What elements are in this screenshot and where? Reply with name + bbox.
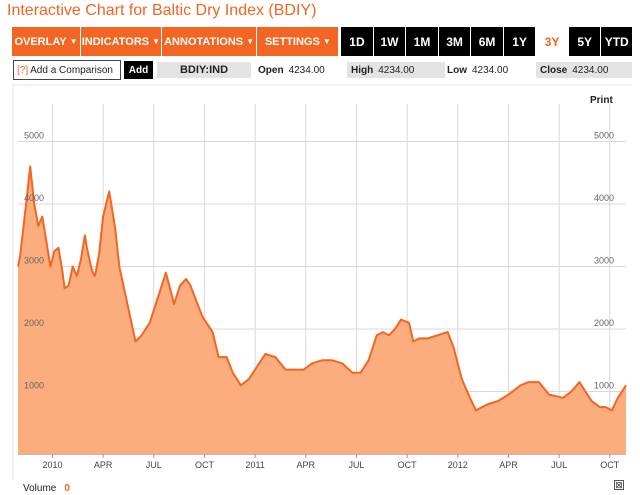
open-quote: Open 4234.00 [254,62,344,78]
range-1w-button[interactable]: 1W [373,27,406,56]
page-title: Interactive Chart for Baltic Dry Index (… [7,2,317,19]
settings-menu-label: SETTINGS [264,35,320,48]
x-tick-label: JUL [551,460,567,470]
x-tick-label: 2012 [448,460,468,470]
volume-label: Volume [23,483,57,494]
y-tick-label-left: 5000 [24,131,44,141]
close-label: Close [540,64,568,76]
y-tick-label-left: 4000 [24,193,44,203]
caret-down-icon: ▼ [322,37,331,46]
volume-readout: Volume 0 [23,483,70,494]
chart-toolbar: OVERLAY ▼ INDICATORS ▼ ANNOTATIONS ▼ SET… [12,27,632,56]
low-value: 4234.00 [472,64,509,76]
close-value: 4234.00 [572,64,609,76]
print-link[interactable]: Print [590,95,613,106]
low-label: Low [447,64,467,76]
open-label: Open [258,64,284,76]
settings-menu[interactable]: SETTINGS ▼ [256,27,339,56]
high-quote: High 4234.00 [347,62,445,78]
caret-down-icon: ▼ [69,37,78,46]
x-tick-label: JUL [146,460,162,470]
range-1m-button[interactable]: 1M [406,27,438,56]
add-comparison-button[interactable]: Add [124,61,153,79]
bdi-area-chart[interactable]: 1000 1000 2000 2000 3000 3000 4000 4000 5000 5000… [12,84,632,480]
caret-down-icon: ▼ [152,37,161,46]
x-tick-label: OCT [195,460,215,470]
range-1d-button[interactable]: 1D [341,27,373,56]
close-quote: Close 4234.00 [536,62,632,78]
ticker-symbol: BDIY:IND [157,62,251,78]
y-tick-label-right: 2000 [594,318,614,328]
annotations-menu[interactable]: ANNOTATIONS ▼ [160,27,257,56]
range-6m-button[interactable]: 6M [471,27,503,56]
annotations-menu-label: ANNOTATIONS [164,35,244,48]
comparison-input[interactable]: [?] Add a Comparison [13,60,121,80]
x-tick-label: APR [94,460,113,470]
low-quote: Low 4234.00 [443,62,533,78]
x-tick-label: APR [499,460,518,470]
indicators-menu[interactable]: INDICATORS ▼ [79,27,161,56]
y-tick-label-left: 2000 [24,318,44,328]
y-tick-label-right: 4000 [594,193,614,203]
x-tick-label: OCT [398,460,418,470]
x-tick-label: 2011 [245,460,264,470]
range-3y-button[interactable]: 3Y [536,27,568,56]
volume-value: 0 [64,483,70,494]
x-tick-label: 2010 [42,460,62,470]
range-3m-button[interactable]: 3M [438,27,471,56]
x-tick-label: APR [297,460,316,470]
range-5y-button[interactable]: 5Y [568,27,601,56]
open-value: 4234.00 [288,64,325,76]
overlay-menu[interactable]: OVERLAY ▼ [12,27,80,56]
series-area [18,166,626,454]
x-tick-label: JUL [348,460,364,470]
help-icon[interactable]: [?] [17,65,28,76]
caret-down-icon: ▼ [246,37,255,46]
quote-row: [?] Add a Comparison Add BDIY:IND Open 4… [0,60,640,80]
comparison-placeholder: Add a Comparison [30,64,113,76]
y-tick-label-left: 3000 [24,256,44,266]
high-label: High [351,64,374,76]
y-tick-label-right: 5000 [594,131,614,141]
indicators-menu-label: INDICATORS [81,35,150,48]
y-tick-label-right: 3000 [594,256,614,266]
high-value: 4234.00 [378,64,415,76]
range-ytd-button[interactable]: YTD [601,27,632,56]
x-tick-label: OCT [600,460,620,470]
range-1y-button[interactable]: 1Y [503,27,536,56]
y-tick-label-right: 1000 [594,381,614,391]
chart-area[interactable]: 1000 1000 2000 2000 3000 3000 4000 4000 5000 5000… [12,84,632,480]
y-tick-label-left: 1000 [24,381,44,391]
close-icon[interactable]: ⊠ [614,480,624,490]
overlay-menu-label: OVERLAY [14,35,67,48]
